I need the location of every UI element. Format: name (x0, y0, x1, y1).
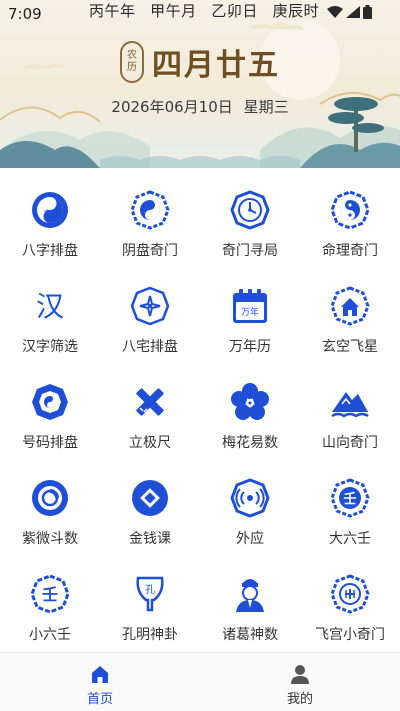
grid-label: 大六壬 (329, 531, 371, 547)
grid-label: 玄空飞星 (322, 339, 378, 355)
daliuren-icon: 壬 (330, 478, 370, 518)
status-bar: 7:09 丙午年 甲午月 乙卯日 庚辰时 (0, 0, 400, 26)
xuankong-icon (330, 286, 370, 326)
grid-item-yinpan[interactable]: 阴盘奇门 (100, 170, 200, 266)
kongming-icon-char: 孔 (145, 584, 155, 596)
grid-item-mountain[interactable]: 山向奇门 (300, 362, 400, 458)
battery-icon (363, 5, 372, 19)
grid-label: 小六壬 (29, 627, 71, 643)
person-icon (291, 665, 309, 684)
daliuren-icon-char: 壬 (343, 491, 356, 507)
qimen-xunju-icon (230, 190, 270, 230)
calendar-icon: 万年 (233, 289, 267, 323)
nav-me-label: 我的 (286, 692, 313, 707)
nongli-badge-bottom: 历 (127, 62, 137, 73)
grid-item-qimen-xunju[interactable]: 奇门寻局 (200, 170, 300, 266)
ganzhi-month: 甲午月 (150, 2, 197, 20)
hanzi-icon-char: 汉 (36, 290, 64, 323)
ganzhi-day: 乙卯日 (211, 2, 258, 20)
grid-item-coin[interactable]: 金钱课 (100, 458, 200, 554)
xiaoliuren-icon-char: 壬 (42, 585, 58, 604)
grid-label: 外应 (236, 531, 264, 547)
nongli-badge: 农 历 (120, 41, 144, 83)
coin-icon (132, 480, 168, 516)
lunar-date: 四月廿五 (152, 48, 280, 83)
grid-label: 飞宫小奇门 (315, 627, 385, 643)
ruler-icon (136, 388, 164, 416)
grid-item-kongming[interactable]: 孔 孔明神卦 (100, 554, 200, 650)
xiaoliuren-icon: 壬 (30, 574, 70, 614)
ganzhi-hour: 庚辰时 (272, 2, 319, 20)
grid-label: 号码排盘 (22, 435, 78, 451)
grid-label: 命理奇门 (322, 243, 378, 259)
grid-label: 阴盘奇门 (122, 243, 178, 259)
mountain-icon (331, 392, 369, 418)
grid-item-xiaoliuren[interactable]: 壬 小六壬 (0, 554, 100, 650)
nav-home-label: 首页 (86, 692, 113, 707)
status-icons (327, 5, 372, 19)
grid-item-feigong[interactable]: 飞宫小奇门 (300, 554, 400, 650)
lunar-date-row: 农 历 四月廿五 (0, 38, 400, 86)
kongming-fan-icon: 孔 (136, 576, 164, 612)
feigong-icon (330, 574, 370, 614)
haoma-icon (32, 384, 68, 420)
grid-label: 金钱课 (129, 531, 171, 547)
grid-label: 诸葛神数 (222, 627, 278, 643)
grid-label: 山向奇门 (322, 435, 378, 451)
wifi-icon (327, 6, 343, 18)
nav-me[interactable]: 我的 (200, 653, 400, 711)
grid-item-xuankong[interactable]: 玄空飞星 (300, 266, 400, 362)
grid-item-hanzi[interactable]: 汉 汉字筛选 (0, 266, 100, 362)
mingli-icon (330, 190, 370, 230)
grid-label: 八字排盘 (22, 243, 78, 259)
home-icon (92, 666, 108, 683)
plum-blossom-icon (231, 383, 269, 420)
bazi-icon: 字 (32, 192, 68, 228)
zhuge-icon (236, 579, 264, 612)
waiying-icon (230, 478, 270, 518)
status-time: 7:09 (8, 5, 42, 23)
grid-item-plum-blossom[interactable]: 梅花易数 (200, 362, 300, 458)
grid-label: 孔明神卦 (122, 627, 178, 643)
grid-item-bazi[interactable]: 字 八字排盘 (0, 170, 100, 266)
ziwei-icon (32, 480, 68, 516)
ganzhi-year: 丙午年 (89, 2, 136, 20)
bazhai-icon (130, 286, 170, 326)
grid-item-ziwei[interactable]: 紫微斗数 (0, 458, 100, 554)
grid-label: 立极尺 (129, 435, 171, 451)
nav-home[interactable]: 首页 (0, 653, 200, 711)
grid-item-daliuren[interactable]: 壬 大六壬 (300, 458, 400, 554)
grid-label: 梅花易数 (222, 435, 278, 451)
ganzhi-row: 丙午年 甲午月 乙卯日 庚辰时 (89, 0, 319, 21)
grid-item-calendar[interactable]: 万年 万年历 (200, 266, 300, 362)
grid-item-mingli[interactable]: 命理奇门 (300, 170, 400, 266)
grid-label: 奇门寻局 (222, 243, 278, 259)
header-banner: 7:09 丙午年 甲午月 乙卯日 庚辰时 农 历 四月廿五 2026年06月10… (0, 0, 400, 168)
weekday: 星期三 (243, 98, 289, 116)
calendar-icon-text: 万年 (241, 306, 259, 318)
grid-label: 紫微斗数 (22, 531, 78, 547)
solar-date-row: 2026年06月10日 星期三 (0, 96, 400, 117)
signal-icon (346, 6, 360, 18)
grid-label: 八宅排盘 (122, 339, 178, 355)
grid-label: 汉字筛选 (22, 339, 78, 355)
grid-item-ruler[interactable]: 立极尺 (100, 362, 200, 458)
solar-date: 2026年06月10日 (111, 98, 233, 116)
nongli-badge-top: 农 (127, 50, 137, 61)
grid-item-zhuge[interactable]: 诸葛神数 (200, 554, 300, 650)
svg-text:字: 字 (44, 208, 51, 217)
feature-grid: 字 八字排盘 阴盘奇门 奇门寻局 命理奇门 汉 汉字筛选 八宅排盘 万年 万年历… (0, 170, 400, 652)
yinpan-icon (130, 190, 170, 230)
grid-item-haoma[interactable]: 号码排盘 (0, 362, 100, 458)
grid-label: 万年历 (229, 339, 271, 355)
bottom-nav: 首页 我的 (0, 652, 400, 711)
grid-item-waiying[interactable]: 外应 (200, 458, 300, 554)
grid-item-bazhai[interactable]: 八宅排盘 (100, 266, 200, 362)
hanzi-icon: 汉 (36, 290, 64, 323)
